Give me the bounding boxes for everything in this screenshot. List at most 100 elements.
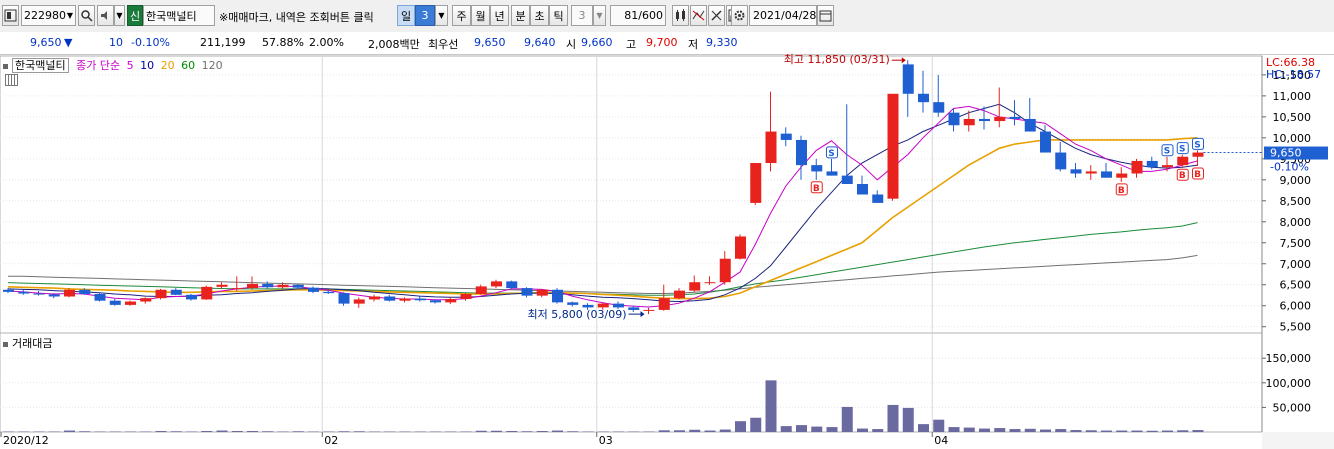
volume-bar bbox=[933, 419, 945, 432]
volume-bar bbox=[1070, 430, 1082, 432]
candle-body bbox=[1162, 165, 1173, 168]
candle-body bbox=[750, 163, 762, 203]
volume-bar bbox=[1177, 430, 1189, 432]
grid-toggle-icon[interactable] bbox=[5, 74, 18, 86]
volume-bar bbox=[1055, 429, 1067, 432]
price-tick-label: 9,000 bbox=[1280, 174, 1312, 187]
candle-body bbox=[1116, 173, 1128, 178]
candle-body bbox=[628, 307, 640, 310]
candle-body bbox=[902, 64, 914, 94]
candle-body bbox=[1131, 160, 1143, 174]
candle-body bbox=[689, 282, 701, 291]
volume-bar bbox=[1009, 429, 1021, 432]
legend-ma120[interactable]: 120 bbox=[202, 59, 223, 72]
volume-bar bbox=[201, 431, 213, 432]
candle-body bbox=[247, 283, 258, 289]
current-price-tag-label: 9,650 bbox=[1270, 147, 1302, 160]
volume-bar bbox=[79, 431, 91, 432]
candle-body bbox=[552, 289, 563, 303]
candle-body bbox=[1040, 131, 1051, 153]
candle-body bbox=[613, 303, 624, 308]
volume-bar bbox=[262, 431, 274, 432]
candle-body bbox=[18, 291, 30, 294]
volume-bar bbox=[1024, 428, 1036, 432]
volume-bar bbox=[552, 430, 563, 432]
candle-body bbox=[826, 171, 838, 176]
volume-bar bbox=[491, 430, 502, 432]
candle-body bbox=[277, 284, 289, 288]
candle-body bbox=[1177, 156, 1189, 166]
candle-body bbox=[872, 194, 884, 203]
candle-body bbox=[674, 290, 685, 299]
x-axis-label: 2020/12 bbox=[3, 434, 49, 447]
volume-bar bbox=[338, 431, 350, 432]
candle-body bbox=[64, 289, 75, 297]
volume-bar bbox=[1162, 430, 1173, 432]
candle-body bbox=[887, 93, 899, 199]
price-tick-label: 5,500 bbox=[1280, 321, 1312, 334]
trade-marker-label: S bbox=[1164, 147, 1170, 157]
volume-bar bbox=[811, 426, 823, 432]
volume-bar bbox=[780, 426, 792, 432]
candle-body bbox=[48, 294, 60, 297]
x-axis-right-area bbox=[1262, 432, 1334, 449]
hc-label: HC:-18.57 bbox=[1266, 68, 1321, 81]
price-tick-label: 8,000 bbox=[1280, 216, 1312, 229]
candle-body bbox=[918, 93, 929, 103]
price-tick-label: 10,500 bbox=[1273, 111, 1312, 124]
volume-bar bbox=[948, 427, 960, 432]
legend-ma5[interactable]: 5 bbox=[127, 59, 134, 72]
volume-bar bbox=[1192, 430, 1204, 432]
volume-bar bbox=[735, 421, 746, 432]
high-annotation: 최고 11,850 (03/31) bbox=[784, 53, 890, 66]
candle-body bbox=[369, 296, 380, 300]
candle-body bbox=[1101, 171, 1112, 178]
price-tick-label: 8,500 bbox=[1280, 195, 1312, 208]
volume-bar bbox=[841, 406, 853, 432]
legend-ma10[interactable]: 10 bbox=[140, 59, 154, 72]
candle-body bbox=[414, 298, 426, 301]
candle-body bbox=[201, 286, 213, 300]
volume-bar bbox=[994, 428, 1006, 432]
legend-stock-name[interactable]: 한국맥널티 bbox=[12, 58, 69, 73]
candle-body bbox=[1055, 152, 1067, 170]
candle-body bbox=[460, 293, 472, 300]
candle-body bbox=[1085, 171, 1097, 174]
candle-body bbox=[506, 281, 518, 289]
trade-marker-label: S bbox=[1194, 140, 1200, 150]
candle-body bbox=[140, 298, 152, 302]
volume-bar bbox=[521, 431, 533, 432]
volume-bar bbox=[216, 430, 228, 432]
candle-body bbox=[658, 298, 670, 310]
legend-ma60[interactable]: 60 bbox=[181, 59, 195, 72]
volume-bar bbox=[674, 430, 685, 432]
price-tick-label: 10,000 bbox=[1273, 132, 1312, 145]
candle-body bbox=[567, 302, 579, 305]
volume-bar bbox=[658, 430, 670, 432]
volume-bar bbox=[704, 430, 716, 432]
volume-bar bbox=[231, 431, 243, 432]
volume-bar bbox=[887, 404, 899, 432]
volume-bar bbox=[826, 427, 838, 432]
x-axis-label: 02 bbox=[324, 434, 338, 447]
volume-legend: 거래대금 bbox=[3, 335, 52, 351]
volume-bar bbox=[963, 427, 975, 432]
legend-ma20[interactable]: 20 bbox=[161, 59, 175, 72]
volume-bar bbox=[64, 430, 75, 432]
volume-tick-label: 50,000 bbox=[1273, 401, 1312, 414]
trade-marker-label: B bbox=[1179, 171, 1186, 181]
candle-body bbox=[857, 184, 868, 195]
volume-bar bbox=[475, 430, 487, 432]
candle-body bbox=[353, 299, 365, 304]
volume-bar bbox=[750, 417, 762, 432]
candle-body bbox=[292, 284, 304, 288]
candle-body bbox=[811, 165, 823, 172]
candle-body bbox=[338, 293, 350, 304]
candle-body bbox=[231, 288, 243, 290]
volume-tick-label: 150,000 bbox=[1266, 352, 1312, 365]
volume-bar bbox=[689, 429, 701, 432]
volume-bar bbox=[536, 431, 548, 432]
price-pane bbox=[0, 55, 1263, 334]
candle-body bbox=[445, 299, 457, 303]
volume-bar bbox=[918, 424, 929, 432]
